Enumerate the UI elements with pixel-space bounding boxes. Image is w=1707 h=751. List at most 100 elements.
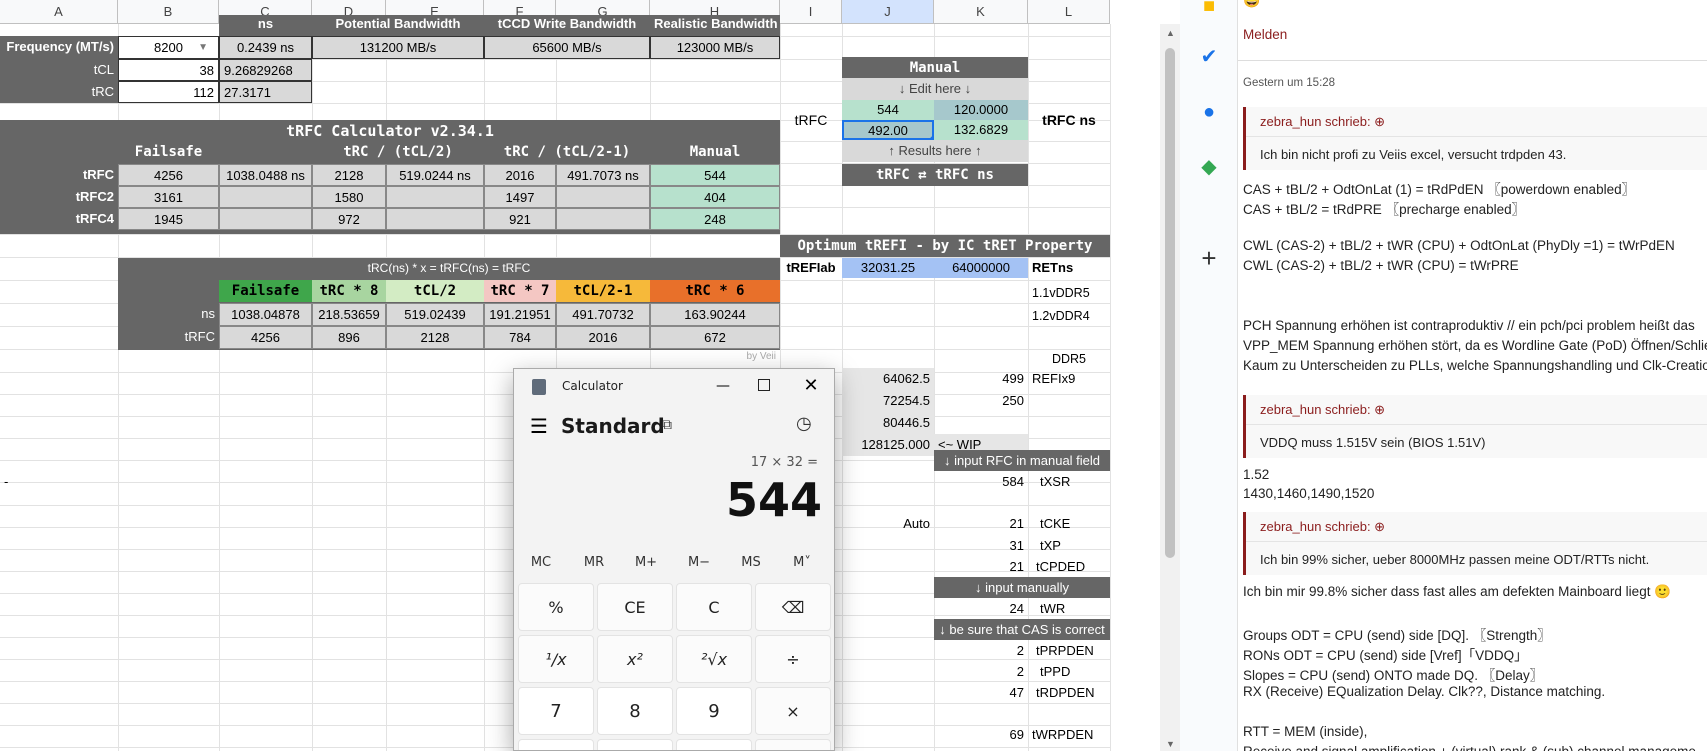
digit-7-button[interactable]: 7 bbox=[518, 687, 594, 735]
failsafe-ns[interactable] bbox=[219, 186, 312, 208]
failsafe-ns[interactable]: 1038.0488 ns bbox=[219, 164, 312, 186]
tcke-value[interactable]: 21 bbox=[934, 513, 1028, 535]
mult-trfc-cell[interactable]: 2016 bbox=[556, 326, 650, 349]
refi-cell-k[interactable]: 499 bbox=[934, 368, 1028, 390]
memory-list-button[interactable]: M˅ bbox=[782, 555, 822, 570]
manual-value[interactable]: 404 bbox=[650, 186, 780, 208]
col-header-b[interactable]: B bbox=[118, 0, 219, 24]
col-header-j[interactable]: J bbox=[842, 0, 934, 24]
failsafe-ns[interactable] bbox=[219, 208, 312, 230]
history-icon[interactable]: ◷ bbox=[796, 413, 812, 434]
scroll-down-icon[interactable]: ▼ bbox=[1166, 739, 1175, 749]
trefi-value[interactable]: 32031.25 bbox=[842, 258, 934, 278]
result-trfc-ns[interactable]: 132.6829 bbox=[934, 120, 1028, 140]
memory-store-button[interactable]: MS bbox=[731, 555, 771, 570]
multiply-button[interactable]: × bbox=[755, 687, 831, 735]
refi-cell-j[interactable]: 80446.5 bbox=[842, 412, 934, 434]
digit-9-button[interactable]: 9 bbox=[676, 687, 752, 735]
failsafe-value[interactable]: 3161 bbox=[118, 186, 219, 208]
memory-recall-button[interactable]: MR bbox=[574, 555, 614, 570]
tcl2-ns[interactable] bbox=[386, 208, 484, 230]
quote-author[interactable]: zebra_hun schrieb: ⊕ bbox=[1246, 395, 1707, 425]
tcl2-ns[interactable]: 519.0244 ns bbox=[386, 164, 484, 186]
calc-key-row[interactable] bbox=[676, 739, 752, 750]
mult-ns-cell[interactable]: 163.90244 bbox=[650, 303, 780, 326]
maps-icon[interactable]: ◆ bbox=[1197, 155, 1221, 179]
calc-key-row[interactable] bbox=[518, 739, 594, 750]
manual-trfc-ns-input[interactable]: 120.0000 bbox=[934, 100, 1028, 120]
refi-cell-j[interactable]: 128125.000 bbox=[842, 434, 934, 456]
manual-value[interactable]: 248 bbox=[650, 208, 780, 230]
failsafe-value[interactable]: 1945 bbox=[118, 208, 219, 230]
trc-ns[interactable]: 27.3171 bbox=[219, 81, 312, 103]
failsafe-value[interactable]: 4256 bbox=[118, 164, 219, 186]
refi-cell-j[interactable]: 72254.5 bbox=[842, 390, 934, 412]
tcl2-1-ns[interactable]: 491.7073 ns bbox=[556, 164, 650, 186]
tccd-bandwidth-value[interactable]: 65600 MB/s bbox=[484, 36, 650, 59]
calculator-window[interactable]: Calculator — ✕ ☰ Standard ⧉ ◷ 17 × 32 = … bbox=[513, 368, 835, 751]
tcl2-value[interactable]: 972 bbox=[312, 208, 386, 230]
twr-value[interactable]: 24 bbox=[934, 598, 1028, 620]
tcl2-1-ns[interactable] bbox=[556, 208, 650, 230]
clear-entry-button[interactable]: CE bbox=[597, 583, 673, 631]
mult-ns-cell[interactable]: 191.21951 bbox=[484, 303, 556, 326]
col-header-k[interactable]: K bbox=[934, 0, 1028, 24]
backspace-icon[interactable]: ⌫ bbox=[755, 583, 831, 631]
manual-value[interactable]: 544 bbox=[650, 164, 780, 186]
tcl-input[interactable]: 38 bbox=[118, 59, 219, 81]
reciprocal-button[interactable]: ¹/x bbox=[518, 635, 594, 683]
maximize-icon[interactable] bbox=[758, 379, 770, 391]
frequency-ns[interactable]: 0.2439 ns bbox=[219, 36, 312, 59]
result-trfc-selected[interactable]: 492.00 bbox=[842, 120, 934, 140]
tcl2-ns[interactable] bbox=[386, 186, 484, 208]
quote-author[interactable]: zebra_hun schrieb: ⊕ bbox=[1246, 107, 1707, 137]
report-link[interactable]: Melden bbox=[1243, 27, 1287, 42]
auto-value[interactable]: Auto bbox=[842, 513, 934, 535]
txsr-value[interactable]: 584 bbox=[934, 471, 1028, 493]
col-header-i[interactable]: I bbox=[780, 0, 842, 24]
tcl-ns[interactable]: 9.26829268 bbox=[219, 59, 312, 81]
close-icon[interactable]: ✕ bbox=[798, 373, 824, 399]
refi-cell-k[interactable]: 250 bbox=[934, 390, 1028, 412]
tcl2-1-ns[interactable] bbox=[556, 186, 650, 208]
refi-cell-l[interactable]: REFIx9 bbox=[1028, 368, 1110, 390]
tcl2-1-value[interactable]: 2016 bbox=[484, 164, 556, 186]
col-header-l[interactable]: L bbox=[1028, 0, 1110, 24]
potential-bandwidth-value[interactable]: 131200 MB/s bbox=[312, 36, 484, 59]
realistic-bandwidth-value[interactable]: 123000 MB/s bbox=[650, 36, 780, 59]
twrpden-value[interactable]: 69 bbox=[934, 724, 1028, 746]
tcl2-1-value[interactable]: 1497 bbox=[484, 186, 556, 208]
tasks-icon[interactable]: ✔ bbox=[1197, 45, 1221, 69]
memory-add-button[interactable]: M+ bbox=[626, 555, 666, 570]
minimize-icon[interactable]: — bbox=[710, 373, 736, 399]
refi-cell-j[interactable]: 64062.5 bbox=[842, 368, 934, 390]
mult-trfc-cell[interactable]: 672 bbox=[650, 326, 780, 349]
scroll-thumb[interactable] bbox=[1165, 48, 1175, 558]
quote-author[interactable]: zebra_hun schrieb: ⊕ bbox=[1246, 512, 1707, 542]
keep-icon[interactable]: ■ bbox=[1197, 0, 1221, 18]
manual-trfc-input[interactable]: 544 bbox=[842, 100, 934, 120]
mult-ns-cell[interactable]: 491.70732 bbox=[556, 303, 650, 326]
tcl2-value[interactable]: 1580 bbox=[312, 186, 386, 208]
mult-ns-cell[interactable]: 1038.04878 bbox=[219, 303, 312, 326]
mult-trfc-cell[interactable]: 2128 bbox=[386, 326, 484, 349]
tcpded-value[interactable]: 21 bbox=[934, 556, 1028, 578]
square-root-button[interactable]: ²√x bbox=[676, 635, 752, 683]
calc-key-row[interactable] bbox=[597, 739, 673, 750]
percent-button[interactable]: % bbox=[518, 583, 594, 631]
spreadsheet-grid[interactable]: A B C D E F G H I J K L ns Potential Ban… bbox=[0, 0, 1180, 751]
contacts-icon[interactable]: ● bbox=[1197, 100, 1221, 124]
tprpden-value[interactable]: 2 bbox=[934, 640, 1028, 662]
calc-key-row[interactable] bbox=[755, 739, 831, 750]
trdpden-value[interactable]: 47 bbox=[934, 682, 1028, 704]
add-icon[interactable]: + bbox=[1197, 245, 1221, 271]
menu-icon[interactable]: ☰ bbox=[530, 414, 548, 438]
scroll-up-icon[interactable]: ▲ bbox=[1166, 28, 1175, 38]
mult-trfc-cell[interactable]: 896 bbox=[312, 326, 386, 349]
col-header-a[interactable]: A bbox=[0, 0, 118, 24]
square-button[interactable]: x² bbox=[597, 635, 673, 683]
keep-on-top-icon[interactable]: ⧉ bbox=[662, 417, 672, 433]
mult-trfc-cell[interactable]: 784 bbox=[484, 326, 556, 349]
mult-trfc-cell[interactable]: 4256 bbox=[219, 326, 312, 349]
memory-clear-button[interactable]: MC bbox=[521, 555, 561, 570]
